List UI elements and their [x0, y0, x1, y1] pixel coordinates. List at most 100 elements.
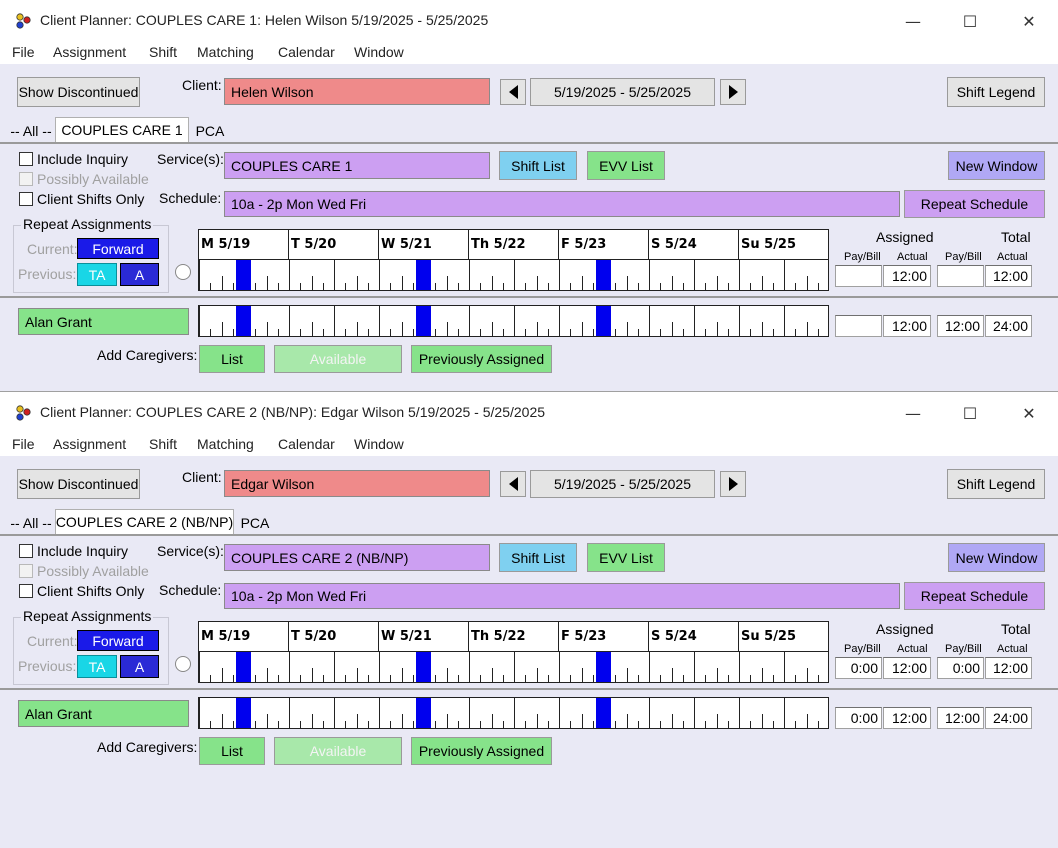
menu-shift[interactable]: Shift — [149, 44, 177, 60]
evv-list-button[interactable]: EVV List — [587, 543, 665, 572]
title-bar[interactable]: Client Planner: COUPLES CARE 1: Helen Wi… — [0, 0, 1058, 42]
hour-tick — [750, 283, 751, 290]
menu-assignment[interactable]: Assignment — [53, 436, 126, 452]
hour-tick — [795, 675, 796, 682]
minimize-button[interactable]: — — [898, 8, 928, 34]
shift-block[interactable] — [596, 260, 611, 290]
shift-block[interactable] — [416, 652, 431, 682]
previously-assigned-button[interactable]: Previously Assigned — [411, 737, 552, 765]
client-timeline[interactable] — [199, 652, 828, 682]
repeat-schedule-button[interactable]: Repeat Schedule — [904, 582, 1045, 610]
next-week-button[interactable] — [720, 79, 746, 105]
shift-legend-button[interactable]: Shift Legend — [947, 77, 1045, 107]
minimize-button[interactable]: — — [898, 400, 928, 426]
menu-file[interactable]: File — [12, 44, 35, 60]
menu-file[interactable]: File — [12, 436, 35, 452]
new-window-button[interactable]: New Window — [948, 543, 1045, 572]
hour-tick — [627, 668, 628, 682]
shift-block[interactable] — [596, 698, 611, 728]
tab-service[interactable]: COUPLES CARE 1 — [55, 117, 189, 142]
previous-a-button[interactable]: A — [120, 263, 159, 286]
hour-tick — [345, 283, 346, 290]
title-bar[interactable]: Client Planner: COUPLES CARE 2 (NB/NP): … — [0, 392, 1058, 434]
show-discontinued-button[interactable]: Show Discontinued — [17, 469, 140, 499]
service-field[interactable]: COUPLES CARE 1 — [224, 152, 490, 179]
week-schedule-grid[interactable]: M 5/19 T 5/20 W 5/21 Th 5/22 F 5/23 S 5/… — [198, 229, 829, 291]
include-inquiry-checkbox[interactable] — [19, 544, 33, 558]
previously-assigned-button[interactable]: Previously Assigned — [411, 345, 552, 373]
include-inquiry-checkbox[interactable] — [19, 152, 33, 166]
assigned-actual-header: Actual — [897, 251, 928, 263]
shift-block[interactable] — [416, 260, 431, 290]
next-week-button[interactable] — [720, 471, 746, 497]
caregiver-list-button[interactable]: List — [199, 737, 265, 765]
caregiver-timeline[interactable] — [199, 306, 828, 336]
client-timeline[interactable] — [199, 260, 828, 290]
repeat-schedule-button[interactable]: Repeat Schedule — [904, 190, 1045, 218]
client-shifts-only-checkbox[interactable] — [19, 192, 33, 206]
menu-calendar[interactable]: Calendar — [278, 436, 335, 452]
shift-list-button[interactable]: Shift List — [499, 543, 577, 572]
caregiver-name-field[interactable]: Alan Grant — [18, 308, 189, 335]
tab-all[interactable]: -- All -- — [8, 120, 54, 142]
schedule-field[interactable]: 10a - 2p Mon Wed Fri — [224, 191, 900, 217]
show-discontinued-button[interactable]: Show Discontinued — [17, 77, 140, 107]
menu-assignment[interactable]: Assignment — [53, 44, 126, 60]
shift-list-button[interactable]: Shift List — [499, 151, 577, 180]
date-range-display[interactable]: 5/19/2025 - 5/25/2025 — [530, 78, 715, 106]
previous-ta-button[interactable]: TA — [77, 263, 117, 286]
shift-block[interactable] — [596, 306, 611, 336]
client-row-radio[interactable] — [175, 264, 191, 280]
tab-pca[interactable]: PCA — [235, 512, 275, 534]
shift-block[interactable] — [236, 306, 251, 336]
caregiver-total-actual: 24:00 — [985, 315, 1032, 337]
maximize-button[interactable]: ☐ — [955, 8, 985, 34]
date-range-display[interactable]: 5/19/2025 - 5/25/2025 — [530, 470, 715, 498]
hour-tick — [762, 668, 763, 682]
previous-week-button[interactable] — [500, 471, 526, 497]
menu-matching[interactable]: Matching — [197, 44, 254, 60]
new-window-button[interactable]: New Window — [948, 151, 1045, 180]
schedule-field[interactable]: 10a - 2p Mon Wed Fri — [224, 583, 900, 609]
client-row-radio[interactable] — [175, 656, 191, 672]
forward-button[interactable]: Forward — [77, 630, 159, 651]
maximize-icon: ☐ — [962, 403, 978, 423]
shift-block[interactable] — [416, 306, 431, 336]
hour-tick — [379, 260, 380, 290]
client-shifts-only-checkbox[interactable] — [19, 584, 33, 598]
menu-calendar[interactable]: Calendar — [278, 44, 335, 60]
hour-tick — [447, 714, 448, 728]
forward-button[interactable]: Forward — [77, 238, 159, 259]
tab-all[interactable]: -- All -- — [8, 512, 54, 534]
menu-shift[interactable]: Shift — [149, 436, 177, 452]
hour-tick — [278, 329, 279, 336]
menu-matching[interactable]: Matching — [197, 436, 254, 452]
shift-block[interactable] — [596, 652, 611, 682]
close-button[interactable]: ✕ — [1014, 400, 1044, 426]
client-total-pay-bill — [937, 265, 984, 287]
evv-list-button[interactable]: EVV List — [587, 151, 665, 180]
maximize-button[interactable]: ☐ — [955, 400, 985, 426]
close-button[interactable]: ✕ — [1014, 8, 1044, 34]
previous-week-button[interactable] — [500, 79, 526, 105]
menu-window[interactable]: Window — [354, 44, 404, 60]
previous-a-button[interactable]: A — [120, 655, 159, 678]
caregiver-name-field[interactable]: Alan Grant — [18, 700, 189, 727]
previous-ta-button[interactable]: TA — [77, 655, 117, 678]
shift-block[interactable] — [236, 698, 251, 728]
tab-service[interactable]: COUPLES CARE 2 (NB/NP) — [55, 509, 234, 534]
week-schedule-grid[interactable]: M 5/19 T 5/20 W 5/21 Th 5/22 F 5/23 S 5/… — [198, 621, 829, 683]
shift-legend-button[interactable]: Shift Legend — [947, 469, 1045, 499]
caregiver-schedule-grid[interactable] — [198, 305, 829, 337]
tab-pca[interactable]: PCA — [190, 120, 230, 142]
client-name-field[interactable]: Helen Wilson — [224, 78, 490, 105]
shift-block[interactable] — [236, 260, 251, 290]
caregiver-list-button[interactable]: List — [199, 345, 265, 373]
shift-block[interactable] — [416, 698, 431, 728]
menu-window[interactable]: Window — [354, 436, 404, 452]
caregiver-timeline[interactable] — [199, 698, 828, 728]
shift-block[interactable] — [236, 652, 251, 682]
service-field[interactable]: COUPLES CARE 2 (NB/NP) — [224, 544, 490, 571]
client-name-field[interactable]: Edgar Wilson — [224, 470, 490, 497]
caregiver-schedule-grid[interactable] — [198, 697, 829, 729]
